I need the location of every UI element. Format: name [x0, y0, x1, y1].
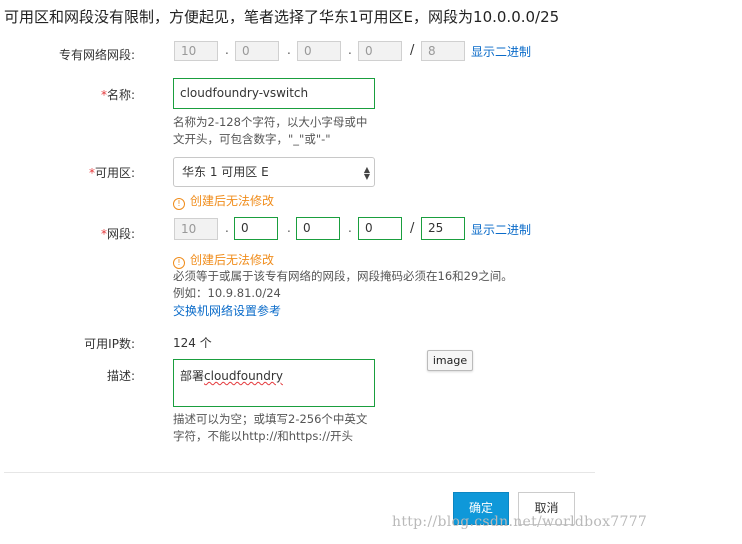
cidr-warning-text: 创建后无法修改 [190, 253, 275, 267]
cidr-mask-input[interactable]: 25 [421, 217, 465, 240]
description-help-line-2: 字符，不能以http://和https://开头 [173, 429, 353, 443]
zone-select[interactable]: 华东 1 可用区 E ▲ ▼ [173, 157, 375, 187]
cidr-show-binary-link[interactable]: 显示二进制 [471, 221, 531, 238]
watermark: http://blog.csdn.net/worldbox7777 [392, 514, 648, 530]
cidr-octet-3-input[interactable]: 0 [296, 217, 340, 240]
vpc-cidr-octet-2: 0 [235, 41, 279, 61]
dot-separator: . [225, 221, 229, 235]
slash-separator: / [410, 221, 415, 236]
name-label: *名称: [5, 86, 135, 103]
zone-label: *可用区: [5, 164, 135, 181]
description-value-word: cloudfoundry [204, 369, 283, 383]
zone-warning: ! 创建后无法修改 [173, 192, 274, 210]
dot-separator: . [287, 221, 291, 235]
image-tooltip: image [427, 350, 473, 371]
name-help-line-1: 名称为2-128个字符，以大小字母或中 [173, 115, 368, 129]
description-textarea[interactable]: 部署cloudfoundry [173, 359, 375, 407]
vpc-cidr-label: 专有网络网段: [58, 48, 135, 62]
description-label: 描述: [106, 369, 135, 383]
description-value-prefix: 部署 [180, 369, 205, 383]
name-label-text: 名称: [106, 88, 135, 102]
cidr-help-line-2: 例如：10.9.81.0/24 [173, 286, 281, 300]
vpc-cidr-octet-4: 0 [358, 41, 402, 61]
description-help-line-1: 描述可以为空；或填写2-256个中英文 [173, 412, 368, 426]
intro-text: 可用区和网段没有限制，方便起见，笔者选择了华东1可用区E，网段为10.0.0.0… [4, 8, 560, 26]
vpc-show-binary-link[interactable]: 显示二进制 [471, 43, 531, 60]
vpc-cidr-mask: 8 [421, 41, 465, 61]
zone-warning-text: 创建后无法修改 [190, 194, 275, 208]
dot-separator: . [348, 43, 352, 57]
zone-select-value: 华东 1 可用区 E [182, 165, 269, 179]
name-help-line-2: 文开头，可包含数字，"_"或"-" [173, 132, 331, 146]
dot-separator: . [225, 43, 229, 57]
cidr-octet-4-input[interactable]: 0 [358, 217, 402, 240]
slash-separator: / [410, 43, 415, 58]
name-input[interactable]: cloudfoundry-vswitch [173, 78, 375, 109]
vswitch-network-reference-link[interactable]: 交换机网络设置参考 [173, 302, 281, 319]
cidr-label-text: 网段: [106, 227, 135, 241]
available-ip-label: 可用IP数: [84, 337, 135, 351]
select-arrows-icon: ▲ ▼ [363, 165, 370, 181]
vpc-cidr-octet-1: 10 [174, 41, 218, 61]
cidr-octet-1: 10 [174, 218, 218, 240]
zone-label-text: 可用区: [94, 166, 135, 180]
cidr-label: *网段: [5, 225, 135, 242]
cidr-help-line-1: 必须等于或属于该专有网络的网段，网段掩码必须在16和29之间。 [173, 269, 513, 283]
vpc-cidr-octet-3: 0 [297, 41, 341, 61]
footer-divider [4, 472, 595, 473]
warning-icon: ! [173, 198, 185, 210]
cidr-octet-2-input[interactable]: 0 [234, 217, 278, 240]
dot-separator: . [348, 221, 352, 235]
dot-separator: . [287, 43, 291, 57]
available-ip-value: 124 个 [173, 336, 212, 350]
